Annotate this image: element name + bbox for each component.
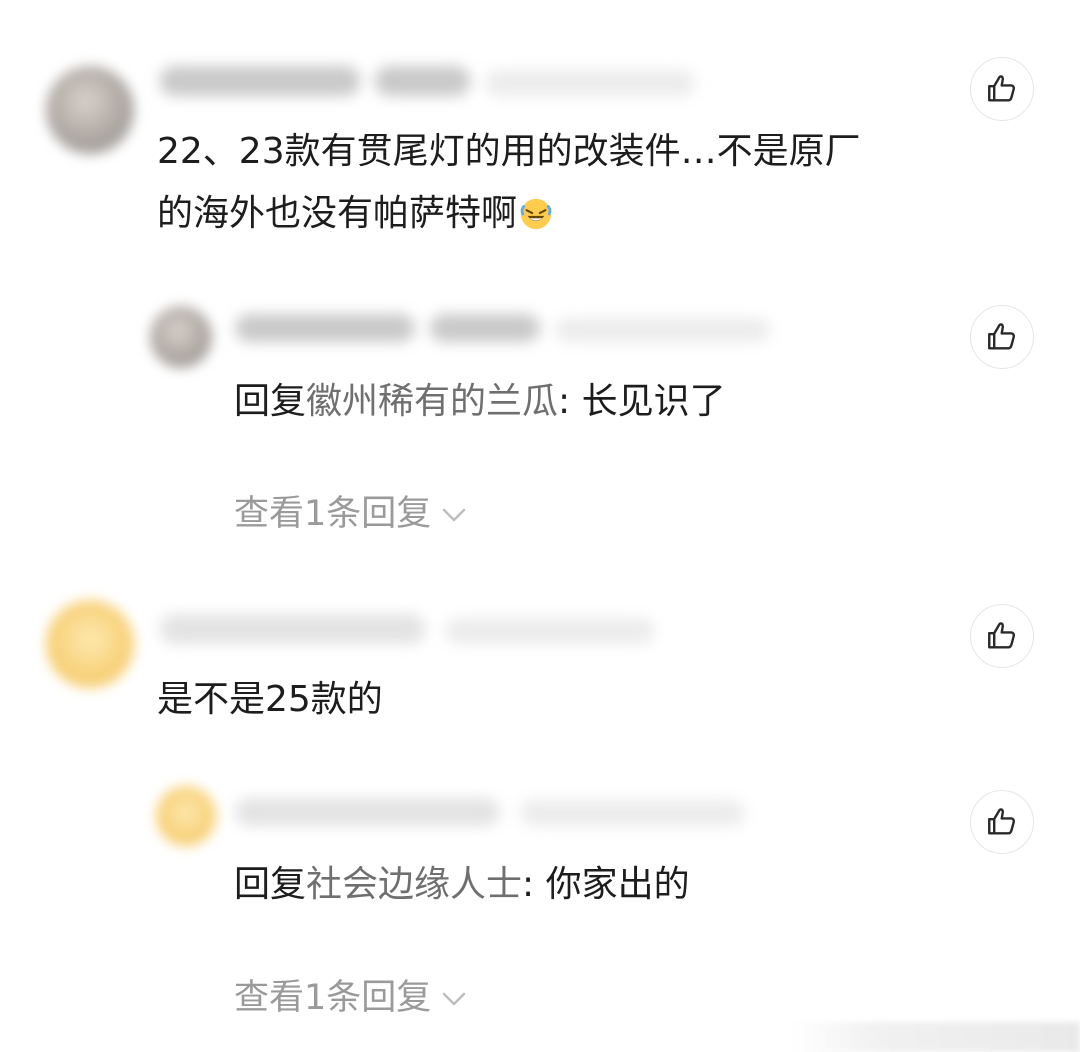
reply-body: : 长见识了 [558,381,726,422]
rolling-on-floor-laughing-emoji [520,198,552,230]
comment-thread: 22、23款有贯尾灯的用的改装件…不是原厂 的海外也没有帕萨特啊 回复徽州稀有的… [0,0,1080,1052]
comment-text: 是不是25款的 [157,670,383,730]
commenter-name-blurred[interactable] [160,66,360,96]
reply-text: 回复徽州稀有的兰瓜: 长见识了 [234,372,726,432]
commenter-meta-blurred [375,66,470,96]
like-button[interactable] [970,57,1034,121]
commenter-location-blurred [485,70,695,96]
replier-name-blurred[interactable] [235,314,415,342]
view-replies-link[interactable]: 查看1条回复 [234,973,467,1023]
commenter-avatar[interactable] [46,66,134,154]
replier-avatar[interactable] [156,786,216,846]
like-button[interactable] [970,305,1034,369]
replier-name-blurred[interactable] [235,798,500,826]
reply-target-nickname[interactable]: 社会边缘人士 [306,864,522,905]
like-button[interactable] [970,790,1034,854]
reply-text: 回复社会边缘人士: 你家出的 [234,855,690,915]
thumbs-up-icon [988,75,1016,102]
watermark-blur [790,1022,1080,1052]
commenter-name-blurred[interactable] [160,614,425,644]
view-replies-label: 查看1条回复 [234,978,432,1018]
comment-text-cont: 的海外也没有帕萨特啊 [157,184,553,244]
commenter-avatar[interactable] [46,600,134,688]
comment-text-line1: 22、23款有贯尾灯的用的改装件…不是原厂 [157,131,861,172]
comment-text: 22、23款有贯尾灯的用的改装件…不是原厂 [157,122,861,182]
view-replies-link[interactable]: 查看1条回复 [234,489,467,539]
chevron-down-icon [443,508,466,522]
replier-meta-blurred [520,800,745,826]
reply-target-nickname[interactable]: 徽州稀有的兰瓜 [306,381,558,422]
replier-avatar[interactable] [150,306,212,368]
chevron-down-icon [443,992,466,1006]
like-button[interactable] [970,604,1034,668]
reply-prefix: 回复 [234,864,307,905]
comment-text-line1: 是不是25款的 [157,679,383,720]
reply-prefix: 回复 [234,381,307,422]
commenter-meta-blurred [445,618,655,644]
thumbs-up-icon [988,622,1016,649]
thumbs-up-icon [988,323,1016,350]
view-replies-label: 查看1条回复 [234,494,432,534]
thumbs-up-icon [988,808,1016,835]
reply-body: : 你家出的 [522,864,690,905]
comment-text-line2: 的海外也没有帕萨特啊 [157,193,518,234]
replier-location-blurred [555,318,770,342]
replier-meta-blurred [430,314,540,342]
